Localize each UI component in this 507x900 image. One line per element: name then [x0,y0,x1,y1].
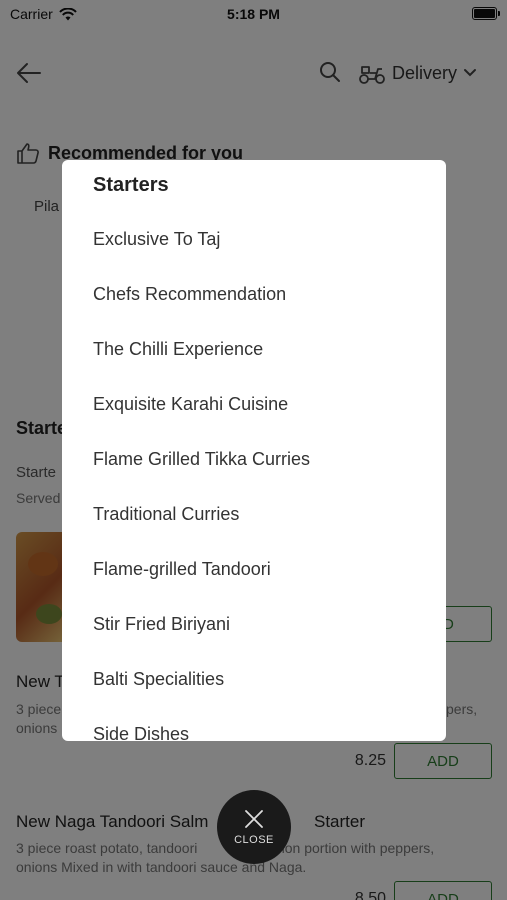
menu-item[interactable]: Flame-grilled Tandoori [62,542,446,597]
close-icon [245,810,263,828]
category-menu: Starters Exclusive To Taj Chefs Recommen… [62,160,446,741]
menu-item[interactable]: Exclusive To Taj [62,212,446,267]
menu-item[interactable]: Traditional Curries [62,487,446,542]
menu-item[interactable]: Stir Fried Biriyani [62,597,446,652]
menu-item[interactable]: Flame Grilled Tikka Curries [62,432,446,487]
category-list: Exclusive To Taj Chefs Recommendation Th… [62,212,446,741]
menu-item[interactable]: Exquisite Karahi Cuisine [62,377,446,432]
menu-item[interactable]: Side Dishes [62,707,446,741]
menu-title: Starters [93,174,169,196]
close-label: CLOSE [234,834,274,846]
menu-item[interactable]: Chefs Recommendation [62,267,446,322]
close-button[interactable]: CLOSE [217,790,291,864]
menu-item[interactable]: The Chilli Experience [62,322,446,377]
menu-item[interactable]: Balti Specialities [62,652,446,707]
